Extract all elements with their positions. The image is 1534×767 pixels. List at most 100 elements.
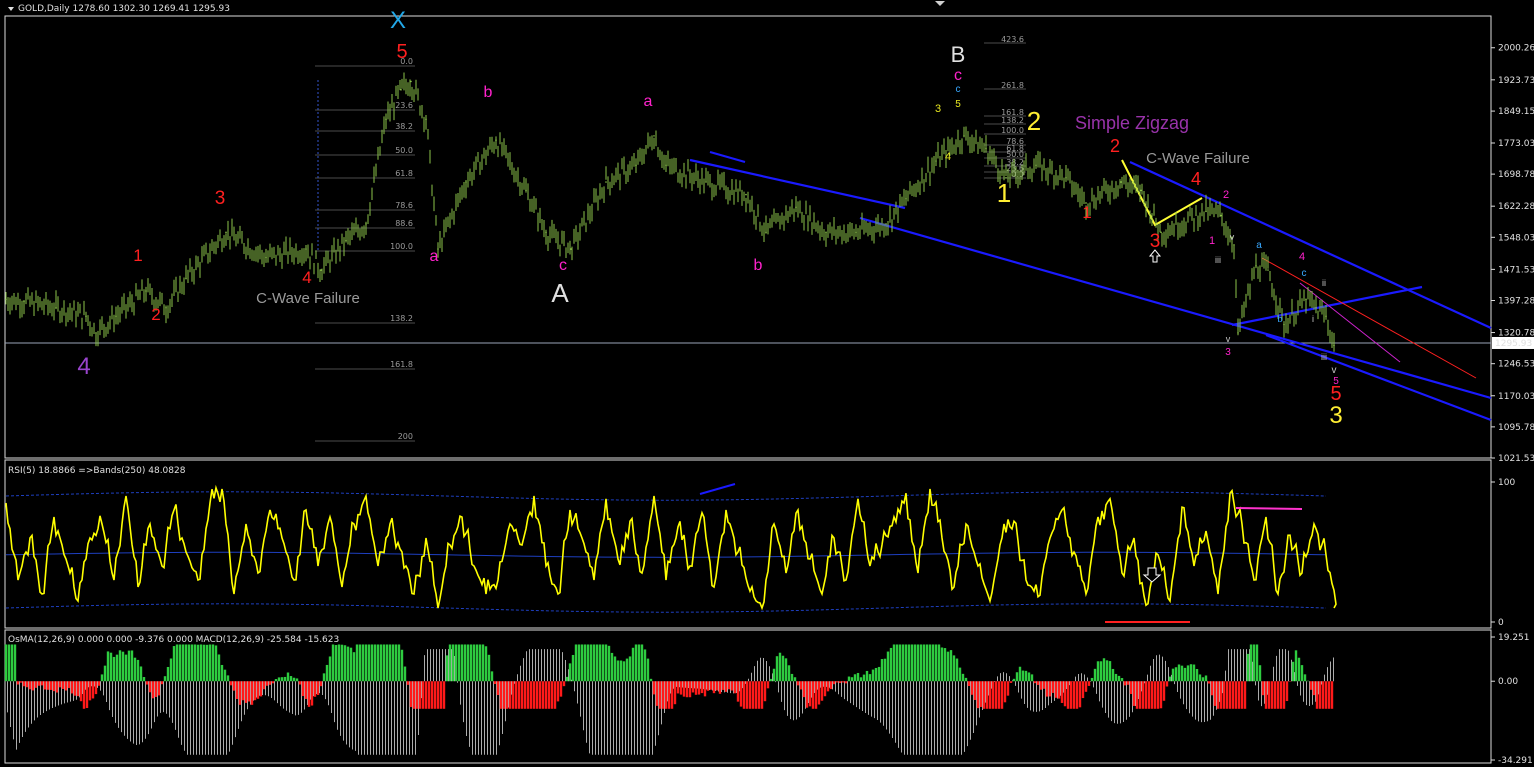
chart-background	[0, 0, 1534, 767]
wave-label: 2	[1027, 106, 1041, 136]
wave-label: X	[390, 7, 406, 34]
fib-label: 200	[398, 432, 413, 441]
wave-label: 3	[1150, 231, 1161, 252]
wave-label: b	[1277, 314, 1282, 324]
price-point	[400, 88, 402, 91]
fib-label: 23.6	[395, 101, 413, 110]
price-point	[495, 139, 497, 141]
price-point	[145, 290, 147, 292]
price-point	[85, 315, 87, 317]
price-tick-label: 1246.53	[1498, 360, 1534, 370]
wave-label: ii	[1322, 278, 1326, 288]
fib-label: 78.6	[395, 201, 413, 210]
wave-label: a	[1256, 240, 1262, 251]
wave-label: 4	[1299, 251, 1305, 263]
wave-label: 3	[1329, 402, 1342, 429]
fib-label: 50.0	[395, 146, 413, 155]
price-point	[365, 223, 367, 225]
wave-label: a	[644, 93, 653, 110]
fib-label: 61.8	[395, 169, 413, 178]
price-point	[1205, 210, 1207, 213]
last-price-label: 1295.93	[1495, 339, 1532, 349]
wave-label: 4	[302, 268, 311, 287]
osma-tick-label: 19.251	[1498, 633, 1530, 643]
trading-chart: GOLD,Daily 1278.60 1302.30 1269.41 1295.…	[0, 0, 1534, 767]
fib-label: 138.2	[1001, 116, 1024, 125]
price-point	[825, 231, 827, 234]
wave-label: 5	[396, 41, 407, 63]
price-point	[385, 118, 387, 120]
price-point	[410, 80, 412, 83]
wave-label: A	[551, 278, 569, 308]
wave-label: B	[951, 42, 966, 67]
price-tick-label: 2000.26	[1498, 44, 1534, 54]
wave-label: C-Wave Failure	[256, 290, 360, 307]
price-point	[985, 147, 987, 150]
price-point	[1305, 298, 1307, 301]
price-point	[635, 164, 637, 167]
fib-label: 38.2	[395, 122, 413, 131]
price-tick-label: 1397.28	[1498, 296, 1534, 306]
price-point	[165, 306, 167, 309]
wave-label: 1	[997, 178, 1011, 208]
price-point	[265, 256, 267, 259]
price-tick-label: 1021.53	[1498, 454, 1534, 464]
price-point	[1267, 269, 1269, 271]
wave-label: 1	[1082, 203, 1091, 222]
rsi-header: RSI(5) 18.8866 =>Bands(250) 48.0828	[8, 466, 186, 476]
price-point	[1035, 164, 1037, 167]
wave-label: C-Wave Failure	[1146, 150, 1250, 167]
price-point	[1220, 214, 1222, 217]
price-tick-label: 1471.53	[1498, 265, 1534, 275]
price-point	[320, 269, 322, 271]
fib-label: 88.6	[395, 219, 413, 228]
price-tick-label: 1548.03	[1498, 233, 1534, 243]
price-point	[765, 231, 767, 234]
price-point	[1140, 189, 1142, 192]
wave-label: 2	[1110, 136, 1120, 156]
fib-label: 161.8	[390, 360, 413, 369]
price-point	[1325, 315, 1327, 317]
wave-label: c	[559, 257, 567, 274]
price-point	[23, 300, 25, 303]
wave-label: 3	[1225, 347, 1231, 358]
price-point	[185, 277, 187, 280]
osma-header: OsMA(12,26,9) 0.000 0.000 -9.376 0.000 M…	[8, 635, 339, 645]
price-point	[1120, 181, 1122, 183]
wave-label: c	[954, 67, 962, 84]
price-point	[795, 206, 797, 208]
wave-label: 4	[945, 151, 951, 163]
wave-label: iii	[1321, 352, 1327, 362]
price-point	[425, 118, 427, 120]
wave-label: v	[1230, 232, 1235, 242]
price-point	[545, 231, 547, 234]
rsi-resistance-line	[1235, 507, 1303, 510]
price-point	[95, 332, 97, 334]
price-tick-label: 1773.03	[1498, 139, 1534, 149]
osma-tick-label: 0.00	[1498, 677, 1518, 687]
fib-label: 100.0	[390, 242, 413, 251]
price-point	[963, 135, 965, 137]
wave-label: 4	[77, 353, 90, 380]
price-point	[115, 315, 117, 317]
price-point	[5, 298, 7, 301]
price-point	[1160, 231, 1162, 234]
wave-label: v	[1332, 365, 1337, 376]
rsi-tick-label: 100	[1498, 478, 1515, 488]
price-point	[1233, 244, 1235, 246]
price-point	[935, 160, 937, 162]
wave-label: 3	[215, 188, 226, 209]
price-tick-label: 1849.15	[1498, 107, 1534, 117]
wave-label: 4	[1191, 169, 1201, 189]
price-point	[1237, 332, 1239, 334]
price-tick-label: 1095.78	[1498, 423, 1534, 433]
wave-label: 2	[151, 305, 160, 324]
price-point	[525, 189, 527, 192]
price-point	[1333, 344, 1335, 347]
wave-label: v	[1226, 334, 1231, 344]
wave-label: c	[956, 84, 961, 95]
price-point	[905, 197, 907, 200]
wave-label: 1	[133, 246, 142, 265]
price-tick-label: 1170.03	[1498, 392, 1534, 402]
rsi-tick-label: 0	[1498, 618, 1504, 628]
